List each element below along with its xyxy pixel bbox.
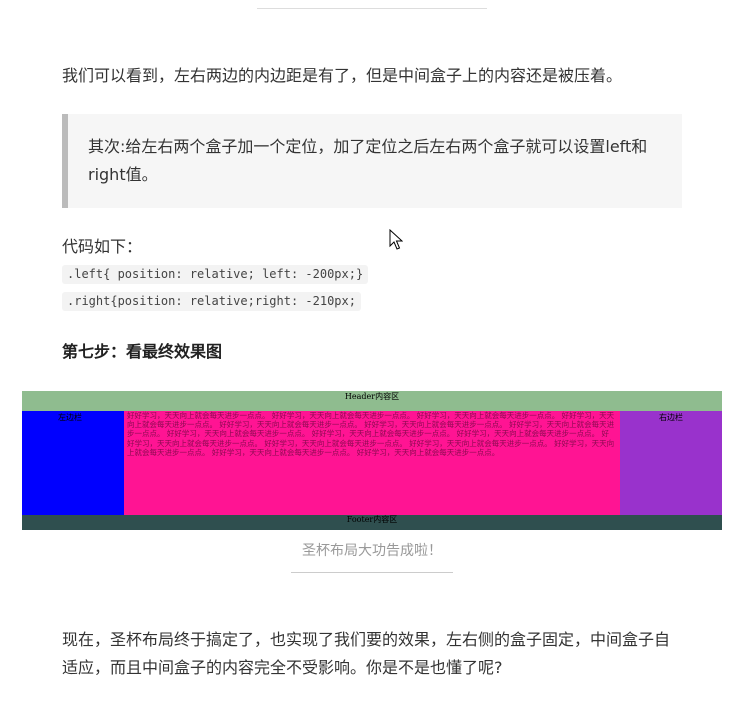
demo-header: Header内容区 [22,391,722,411]
demo-left-column: 左边栏 [22,411,124,515]
blockquote: 其次:给左右两个盒子加一个定位，加了定位之后左右两个盒子就可以设置left和ri… [62,114,682,208]
demo-main-column: 好好学习，天天向上就会每天进步一点点。 好好学习，天天向上就会每天进步一点点。 … [124,411,620,515]
caption-divider [291,572,453,573]
step-heading: 第七步：看最终效果图 [62,342,223,361]
closing-paragraph: 现在，圣杯布局终于搞定了，也实现了我们要的效果，左右侧的盒子固定，中间盒子自适应… [62,630,671,677]
holy-grail-demo-image: Header内容区 左边栏 好好学习，天天向上就会每天进步一点点。 好好学习，天… [22,391,722,530]
code-intro-label: 代码如下： [62,237,143,256]
top-divider [257,8,487,9]
demo-left-label: 左边栏 [58,413,82,422]
demo-footer: Footer内容区 [22,515,722,530]
code-line-right: .right{position: relative;right: -210px; [62,292,361,311]
blockquote-text: 其次:给左右两个盒子加一个定位，加了定位之后左右两个盒子就可以设置left和ri… [88,137,648,184]
mouse-pointer-icon [389,229,403,250]
image-caption: 圣杯布局大功告成啦！ [302,543,442,559]
demo-right-column: 右边栏 [620,411,722,515]
article-paragraph: 我们可以看到，左右两边的内边距是有了，但是中间盒子上的内容还是被压着。 [62,66,623,85]
code-line-left: .left{ position: relative; left: -200px;… [62,265,369,284]
